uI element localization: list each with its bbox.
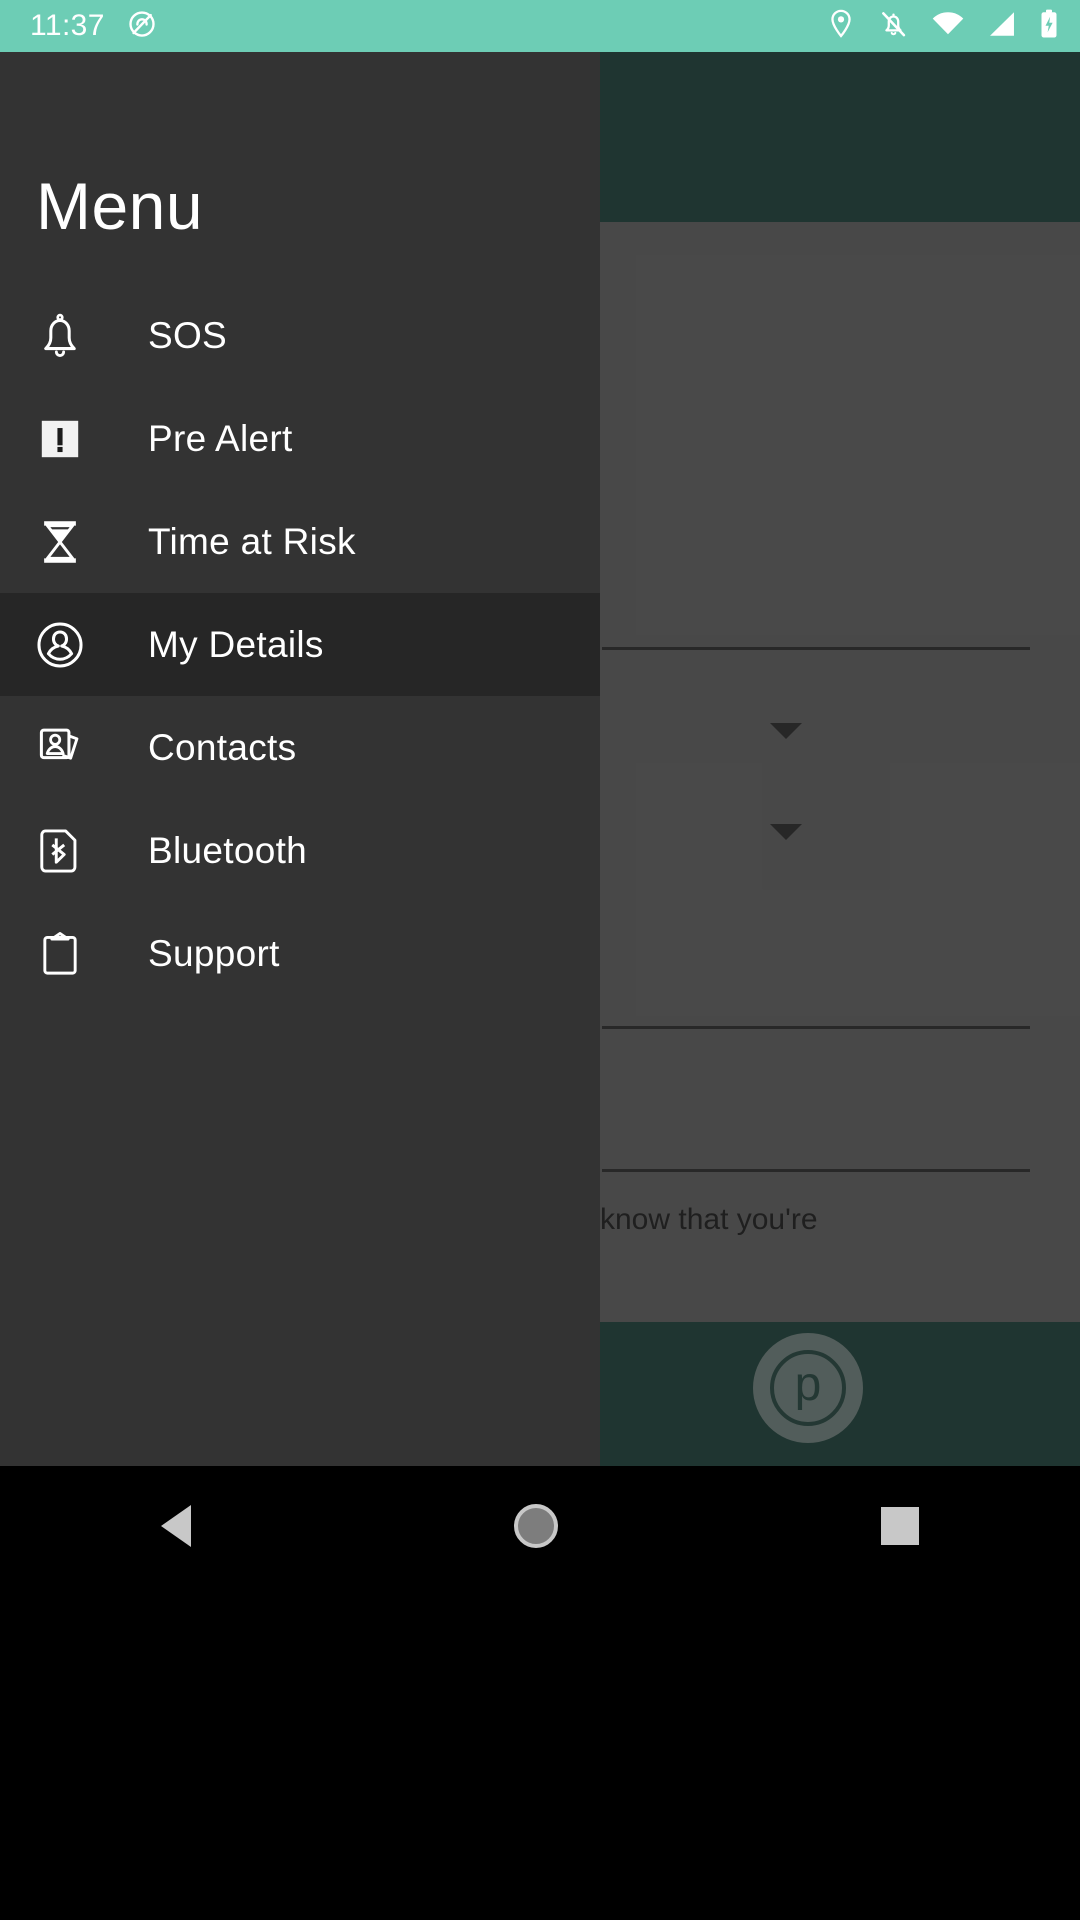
nav-button-row <box>0 1466 1080 1586</box>
status-bar-clock: 11:37 <box>30 9 105 42</box>
system-navigation-bar <box>0 1466 1080 1920</box>
menu-item-my-details[interactable]: My Details <box>0 593 600 696</box>
recents-square-icon[interactable] <box>880 1507 919 1545</box>
menu-item-label: Contacts <box>148 726 297 768</box>
menu-item-support[interactable]: Support <box>0 902 600 1005</box>
menu-item-label: SOS <box>148 314 228 356</box>
navigation-drawer: Menu SOS Pre Alert Time at Risk My Detai… <box>0 52 600 1466</box>
menu-item-label: Time at Risk <box>148 520 356 562</box>
notifications-muted-icon <box>879 9 908 44</box>
do-not-disturb-icon <box>127 9 157 44</box>
clipboard-icon <box>28 922 92 986</box>
menu-item-pre-alert[interactable]: Pre Alert <box>0 387 600 490</box>
battery-charging-icon <box>1040 9 1058 44</box>
bell-icon <box>28 304 92 368</box>
home-circle-icon[interactable] <box>513 1504 558 1548</box>
menu-item-contacts[interactable]: Contacts <box>0 696 600 799</box>
alert-square-icon <box>28 407 92 471</box>
menu-item-label: Bluetooth <box>148 829 308 871</box>
menu-item-bluetooth[interactable]: Bluetooth <box>0 799 600 902</box>
wifi-icon <box>932 11 964 42</box>
menu-item-sos[interactable]: SOS <box>0 284 600 387</box>
menu-item-label: Support <box>148 932 280 974</box>
drawer-menu-list: SOS Pre Alert Time at Risk My Details Co… <box>0 284 600 1005</box>
contact-cards-icon <box>28 716 92 780</box>
status-bar: 11:37 <box>0 0 1080 52</box>
location-pin-icon <box>827 9 855 44</box>
drawer-title: Menu <box>36 169 204 243</box>
status-bar-right <box>827 9 1058 44</box>
status-bar-left: 11:37 <box>30 9 157 44</box>
user-circle-icon <box>28 613 92 677</box>
cellular-signal-icon <box>988 11 1016 42</box>
menu-item-label: Pre Alert <box>148 417 293 459</box>
menu-item-time-at-risk[interactable]: Time at Risk <box>0 490 600 593</box>
hourglass-icon <box>28 510 92 574</box>
menu-item-label: My Details <box>148 623 324 665</box>
bluetooth-card-icon <box>28 819 92 883</box>
back-triangle-icon[interactable] <box>161 1505 192 1547</box>
